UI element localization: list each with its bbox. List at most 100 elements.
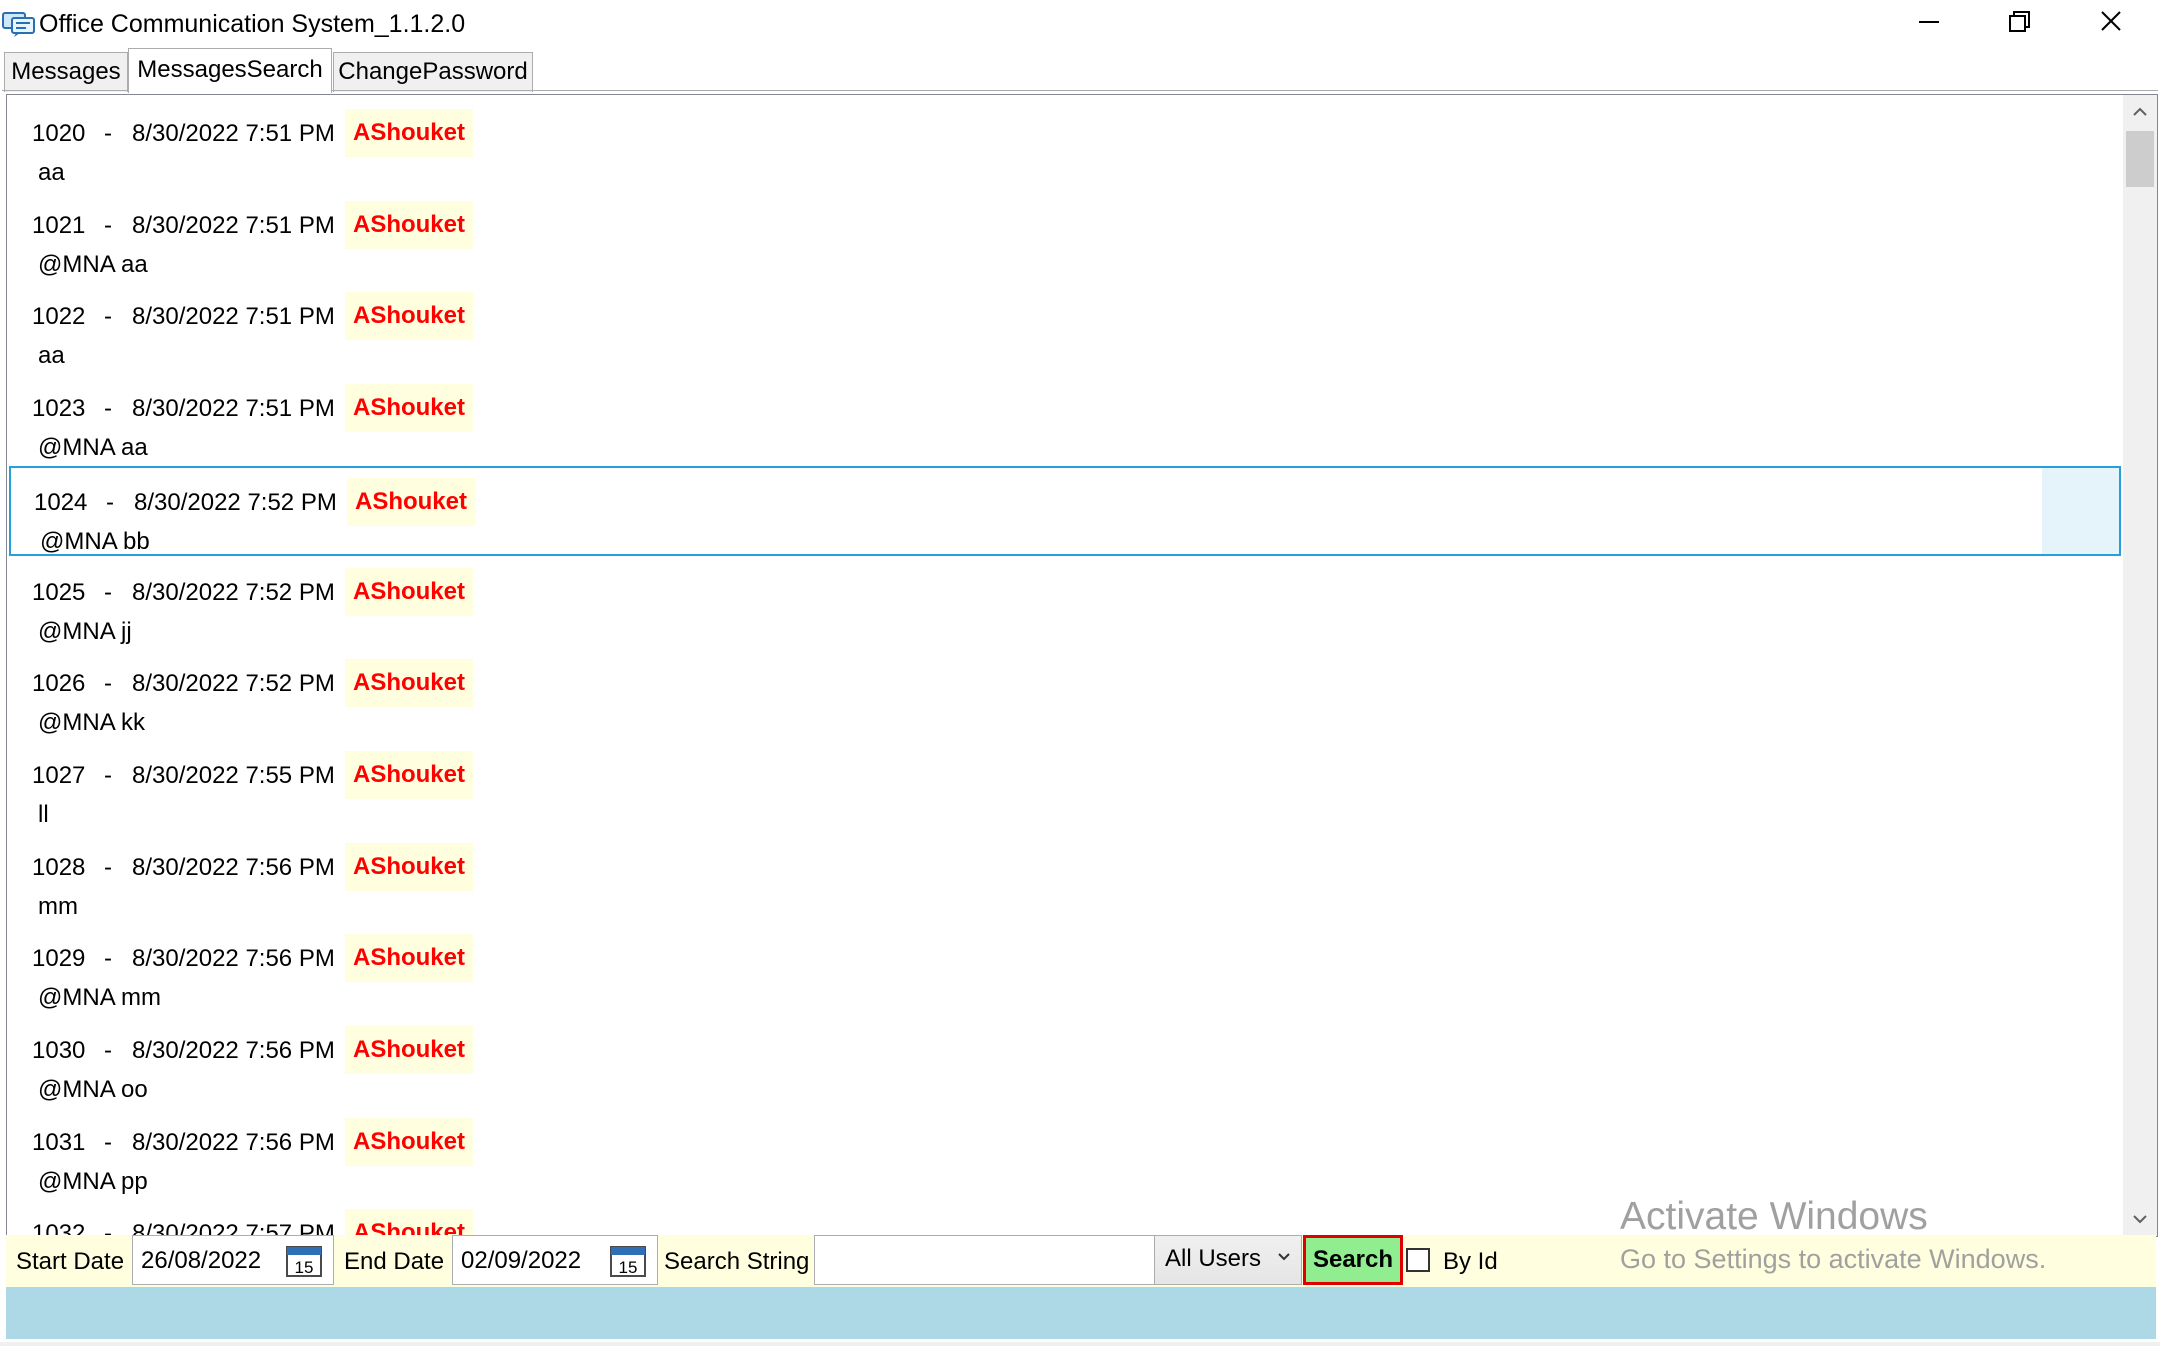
message-timestamp: 8/30/2022 7:51 PM [132, 303, 335, 331]
message-timestamp: 8/30/2022 7:56 PM [132, 853, 335, 881]
close-icon [2101, 11, 2121, 31]
message-item[interactable]: 1028-8/30/2022 7:56 PM AShouket mm [9, 833, 2121, 923]
message-id: 1029 [32, 945, 86, 973]
message-id: 1021 [32, 211, 86, 239]
message-timestamp: 8/30/2022 7:51 PM [132, 120, 335, 147]
message-item[interactable]: 1023-8/30/2022 7:51 PM AShouket @MNA aa [9, 374, 2121, 464]
calendar-icon[interactable]: 15 [285, 1244, 323, 1278]
by-id-checkbox[interactable] [1406, 1248, 1430, 1272]
message-timestamp: 8/30/2022 7:55 PM [132, 761, 335, 789]
start-date-picker[interactable]: 26/08/2022 15 [132, 1235, 334, 1285]
window-title: Office Communication System_1.1.2.0 [39, 10, 466, 38]
message-separator: - [104, 945, 112, 973]
restore-button[interactable] [1974, 0, 2066, 46]
start-date-value: 26/08/2022 [141, 1247, 262, 1274]
message-text: @MNA mm [38, 984, 162, 1012]
message-text: @MNA kk [38, 709, 146, 737]
message-separator: - [106, 488, 114, 516]
message-id: 1025 [32, 578, 86, 606]
chevron-down-icon [1278, 1253, 1290, 1261]
message-id: 1031 [32, 1128, 86, 1156]
message-text: aa [38, 342, 65, 370]
message-sender: AShouket [345, 659, 473, 708]
message-sender: AShouket [345, 1117, 473, 1166]
calendar-icon[interactable]: 15 [609, 1244, 647, 1278]
message-text: mm [38, 892, 78, 920]
message-item[interactable]: 1026-8/30/2022 7:52 PM AShouket @MNA kk [9, 649, 2121, 739]
message-timestamp: 8/30/2022 7:52 PM [134, 488, 337, 516]
chat-bubbles-icon [2, 12, 35, 37]
message-text: @MNA jj [38, 617, 132, 645]
message-item[interactable]: 1022-8/30/2022 7:51 PM AShouket aa [9, 282, 2121, 372]
end-date-label: End Date [344, 1248, 445, 1275]
message-separator: - [104, 120, 112, 147]
message-separator: - [104, 670, 112, 698]
svg-text:15: 15 [619, 1258, 638, 1277]
scroll-up-arrow-icon[interactable] [2123, 95, 2157, 129]
message-item[interactable]: 1024-8/30/2022 7:52 PM AShouket @MNA bb [9, 465, 2121, 556]
message-separator: - [104, 761, 112, 789]
search-string-label: Search String [664, 1248, 810, 1275]
message-text: aa [38, 159, 65, 186]
message-separator: - [104, 1037, 112, 1064]
message-id: 1020 [32, 120, 86, 147]
message-timestamp: 8/30/2022 7:52 PM [132, 578, 335, 606]
message-timestamp: 8/30/2022 7:56 PM [132, 1128, 335, 1156]
message-sender: AShouket [345, 292, 473, 341]
status-bar [6, 1287, 2156, 1339]
message-sender: AShouket [345, 567, 473, 616]
message-separator: - [104, 853, 112, 881]
end-date-picker[interactable]: 02/09/2022 15 [452, 1235, 658, 1285]
message-list[interactable]: 1032-8/30/2022 7:57 PM AShouket 1031-8/30/… [6, 94, 2158, 1237]
message-timestamp: 8/30/2022 7:56 PM [132, 945, 335, 973]
watermark-line-1: Activate Windows [1620, 1195, 1928, 1238]
message-sender: AShouket [345, 934, 473, 983]
message-item[interactable]: 1029-8/30/2022 7:56 PM AShouket @MNA mm [9, 924, 2121, 1014]
message-sender: AShouket [345, 1026, 473, 1074]
message-id: 1023 [32, 395, 86, 423]
tab-messages-search[interactable]: MessagesSearch [128, 48, 332, 93]
message-sender: AShouket [345, 200, 473, 249]
message-item[interactable]: 1020-8/30/2022 7:51 PM AShouket aa [9, 99, 2121, 189]
scroll-down-arrow-icon[interactable] [2123, 1202, 2157, 1236]
tab-strip: Messages MessagesSearch ChangePassword [0, 48, 2160, 93]
message-sender: AShouket [347, 477, 475, 526]
window-bottom-edge [0, 1342, 2160, 1346]
vertical-scrollbar[interactable] [2123, 95, 2157, 1236]
start-date-label: Start Date [16, 1248, 125, 1275]
search-string-input[interactable] [814, 1235, 1158, 1285]
close-button[interactable] [2066, 0, 2158, 46]
message-timestamp: 8/30/2022 7:51 PM [132, 395, 335, 423]
users-dropdown-value: All Users [1165, 1245, 1262, 1272]
tab-change-password[interactable]: ChangePassword [333, 52, 533, 92]
scroll-thumb[interactable] [2126, 131, 2154, 187]
minimize-button[interactable] [1882, 0, 1974, 46]
message-sender: AShouket [345, 842, 473, 891]
activate-windows-watermark: Activate Windows Go to Settings to activ… [1620, 1193, 2046, 1277]
search-button[interactable]: Search [1303, 1235, 1403, 1285]
message-item[interactable]: 1030-8/30/2022 7:56 PM AShouket @MNA oo [9, 1016, 2121, 1106]
message-text: @MNA pp [38, 1167, 148, 1195]
message-item[interactable]: 1031-8/30/2022 7:56 PM AShouket @MNA pp [9, 1108, 2121, 1198]
tab-messages[interactable]: Messages [4, 52, 128, 92]
title-bar: Office Communication System_1.1.2.0 [0, 0, 2160, 48]
message-item[interactable]: 1027-8/30/2022 7:55 PM AShouket ll [9, 741, 2121, 831]
message-item[interactable]: 1021-8/30/2022 7:51 PM AShouket @MNA aa [9, 191, 2121, 281]
minimize-icon [1919, 21, 1939, 23]
message-item[interactable]: 1025-8/30/2022 7:52 PM AShouket @MNA jj [9, 558, 2121, 648]
message-id: 1026 [32, 670, 86, 698]
message-timestamp: 8/30/2022 7:51 PM [132, 211, 335, 239]
message-text: ll [38, 800, 49, 828]
selection-highlight [2042, 467, 2119, 554]
message-separator: - [104, 1128, 112, 1156]
message-timestamp: 8/30/2022 7:56 PM [132, 1037, 335, 1064]
message-timestamp: 8/30/2022 7:52 PM [132, 670, 335, 698]
message-id: 1030 [32, 1037, 86, 1064]
by-id-label: By Id [1443, 1248, 1498, 1275]
message-separator: - [104, 211, 112, 239]
message-sender: AShouket [345, 750, 473, 799]
users-dropdown[interactable]: All Users [1154, 1235, 1302, 1285]
message-separator: - [104, 578, 112, 606]
message-id: 1028 [32, 853, 86, 881]
message-sender: AShouket [345, 1209, 473, 1236]
